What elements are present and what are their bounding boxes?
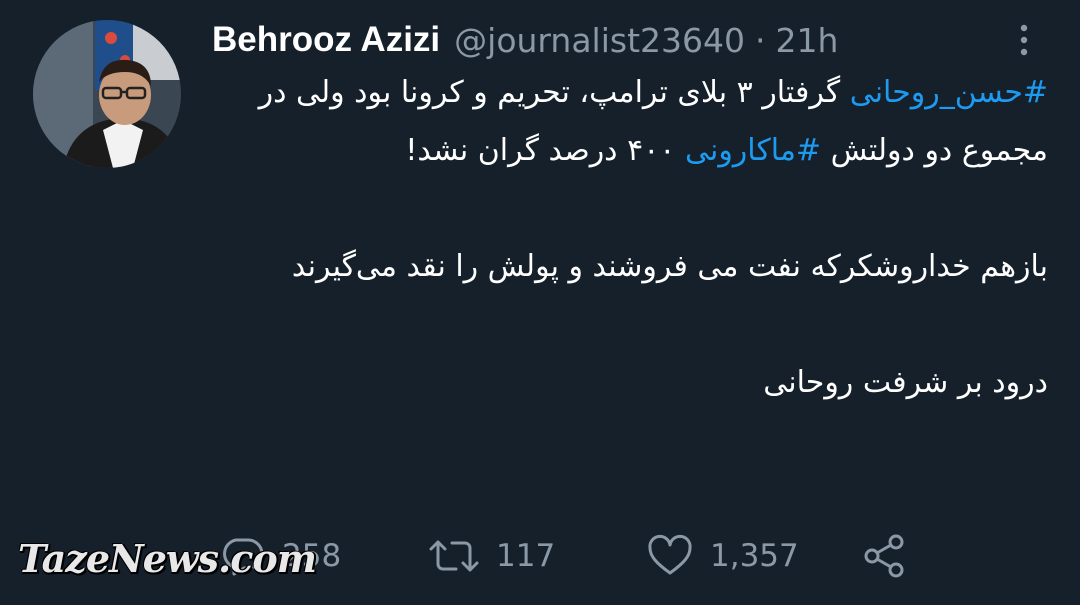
like-count: 1,357: [710, 538, 799, 574]
retweet-icon: [428, 534, 480, 578]
avatar-photo: [33, 20, 181, 168]
header-separator: ·: [755, 20, 766, 60]
tweet-text: #حسن_روحانی گرفتار ۳ بلای ترامپ، تحریم و…: [200, 64, 1048, 412]
like-button[interactable]: 1,357: [646, 528, 799, 584]
tweet-paragraph-3: درود بر شرفت روحانی: [763, 365, 1048, 400]
timestamp[interactable]: 21h: [776, 21, 839, 60]
hashtag-link[interactable]: #حسن_روحانی: [850, 75, 1048, 110]
tweet-text-segment: ۴۰۰ درصد گران نشد!: [405, 133, 685, 168]
retweet-count: 117: [496, 538, 556, 574]
display-name[interactable]: Behrooz Azizi: [212, 20, 440, 60]
share-button[interactable]: [860, 528, 908, 584]
like-icon: [646, 534, 694, 578]
share-icon: [860, 532, 908, 580]
tweet-paragraph-1: #حسن_روحانی گرفتار ۳ بلای ترامپ، تحریم و…: [200, 64, 1048, 180]
tweet-paragraph-2: بازهم خداروشکرکه نفت می فروشند و پولش را…: [291, 249, 1048, 284]
more-vertical-icon[interactable]: [1010, 22, 1038, 58]
retweet-button[interactable]: 117: [428, 528, 555, 584]
tweet-header: Behrooz Azizi @journalist23640 · 21h: [212, 12, 838, 68]
avatar[interactable]: [33, 20, 181, 168]
watermark-logo: TazeNews.com: [18, 536, 317, 581]
hashtag-link[interactable]: #ماکارونی: [685, 133, 821, 168]
user-handle[interactable]: @journalist23640: [454, 21, 745, 60]
